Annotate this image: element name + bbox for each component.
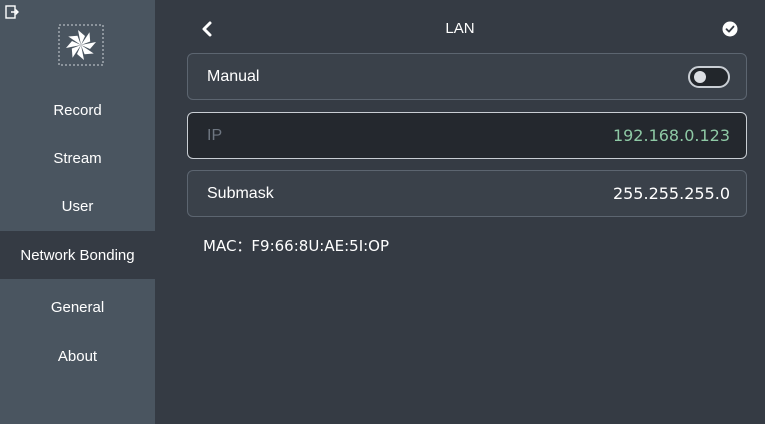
sidebar-item-user[interactable]: User: [0, 182, 155, 230]
sidebar-item-network-bonding[interactable]: Network Bonding: [0, 231, 155, 279]
manual-label: Manual: [207, 67, 260, 85]
submask-label: Submask: [207, 184, 274, 202]
page-title: LAN: [445, 20, 475, 37]
toggle-knob: [694, 70, 706, 83]
exit-icon[interactable]: [4, 4, 20, 20]
ip-field[interactable]: IP 192.168.0.123: [187, 112, 747, 159]
mac-address: MAC：F9:66:8U:AE:5I:OP: [203, 237, 390, 255]
sidebar-item-record[interactable]: Record: [0, 86, 155, 134]
ip-label: IP: [207, 126, 223, 144]
ip-value: 192.168.0.123: [612, 126, 730, 145]
manual-row[interactable]: Manual: [187, 53, 747, 100]
sidebar-item-general[interactable]: General: [0, 283, 155, 331]
check-circle-icon[interactable]: [722, 21, 738, 37]
manual-toggle[interactable]: [688, 65, 730, 88]
lan-settings-screen: Record Stream User Network Bonding Gener…: [0, 0, 765, 424]
pinwheel-logo: [58, 24, 104, 66]
sidebar-item-stream[interactable]: Stream: [0, 134, 155, 182]
sidebar-item-about[interactable]: About: [0, 332, 155, 380]
sidebar: Record Stream User Network Bonding Gener…: [0, 0, 155, 424]
main-panel: LAN Manual IP 192.168.0.123 Submask 255.…: [155, 0, 765, 424]
submask-value: 255.255.255.0: [612, 184, 730, 203]
submask-field[interactable]: Submask 255.255.255.0: [187, 170, 747, 217]
